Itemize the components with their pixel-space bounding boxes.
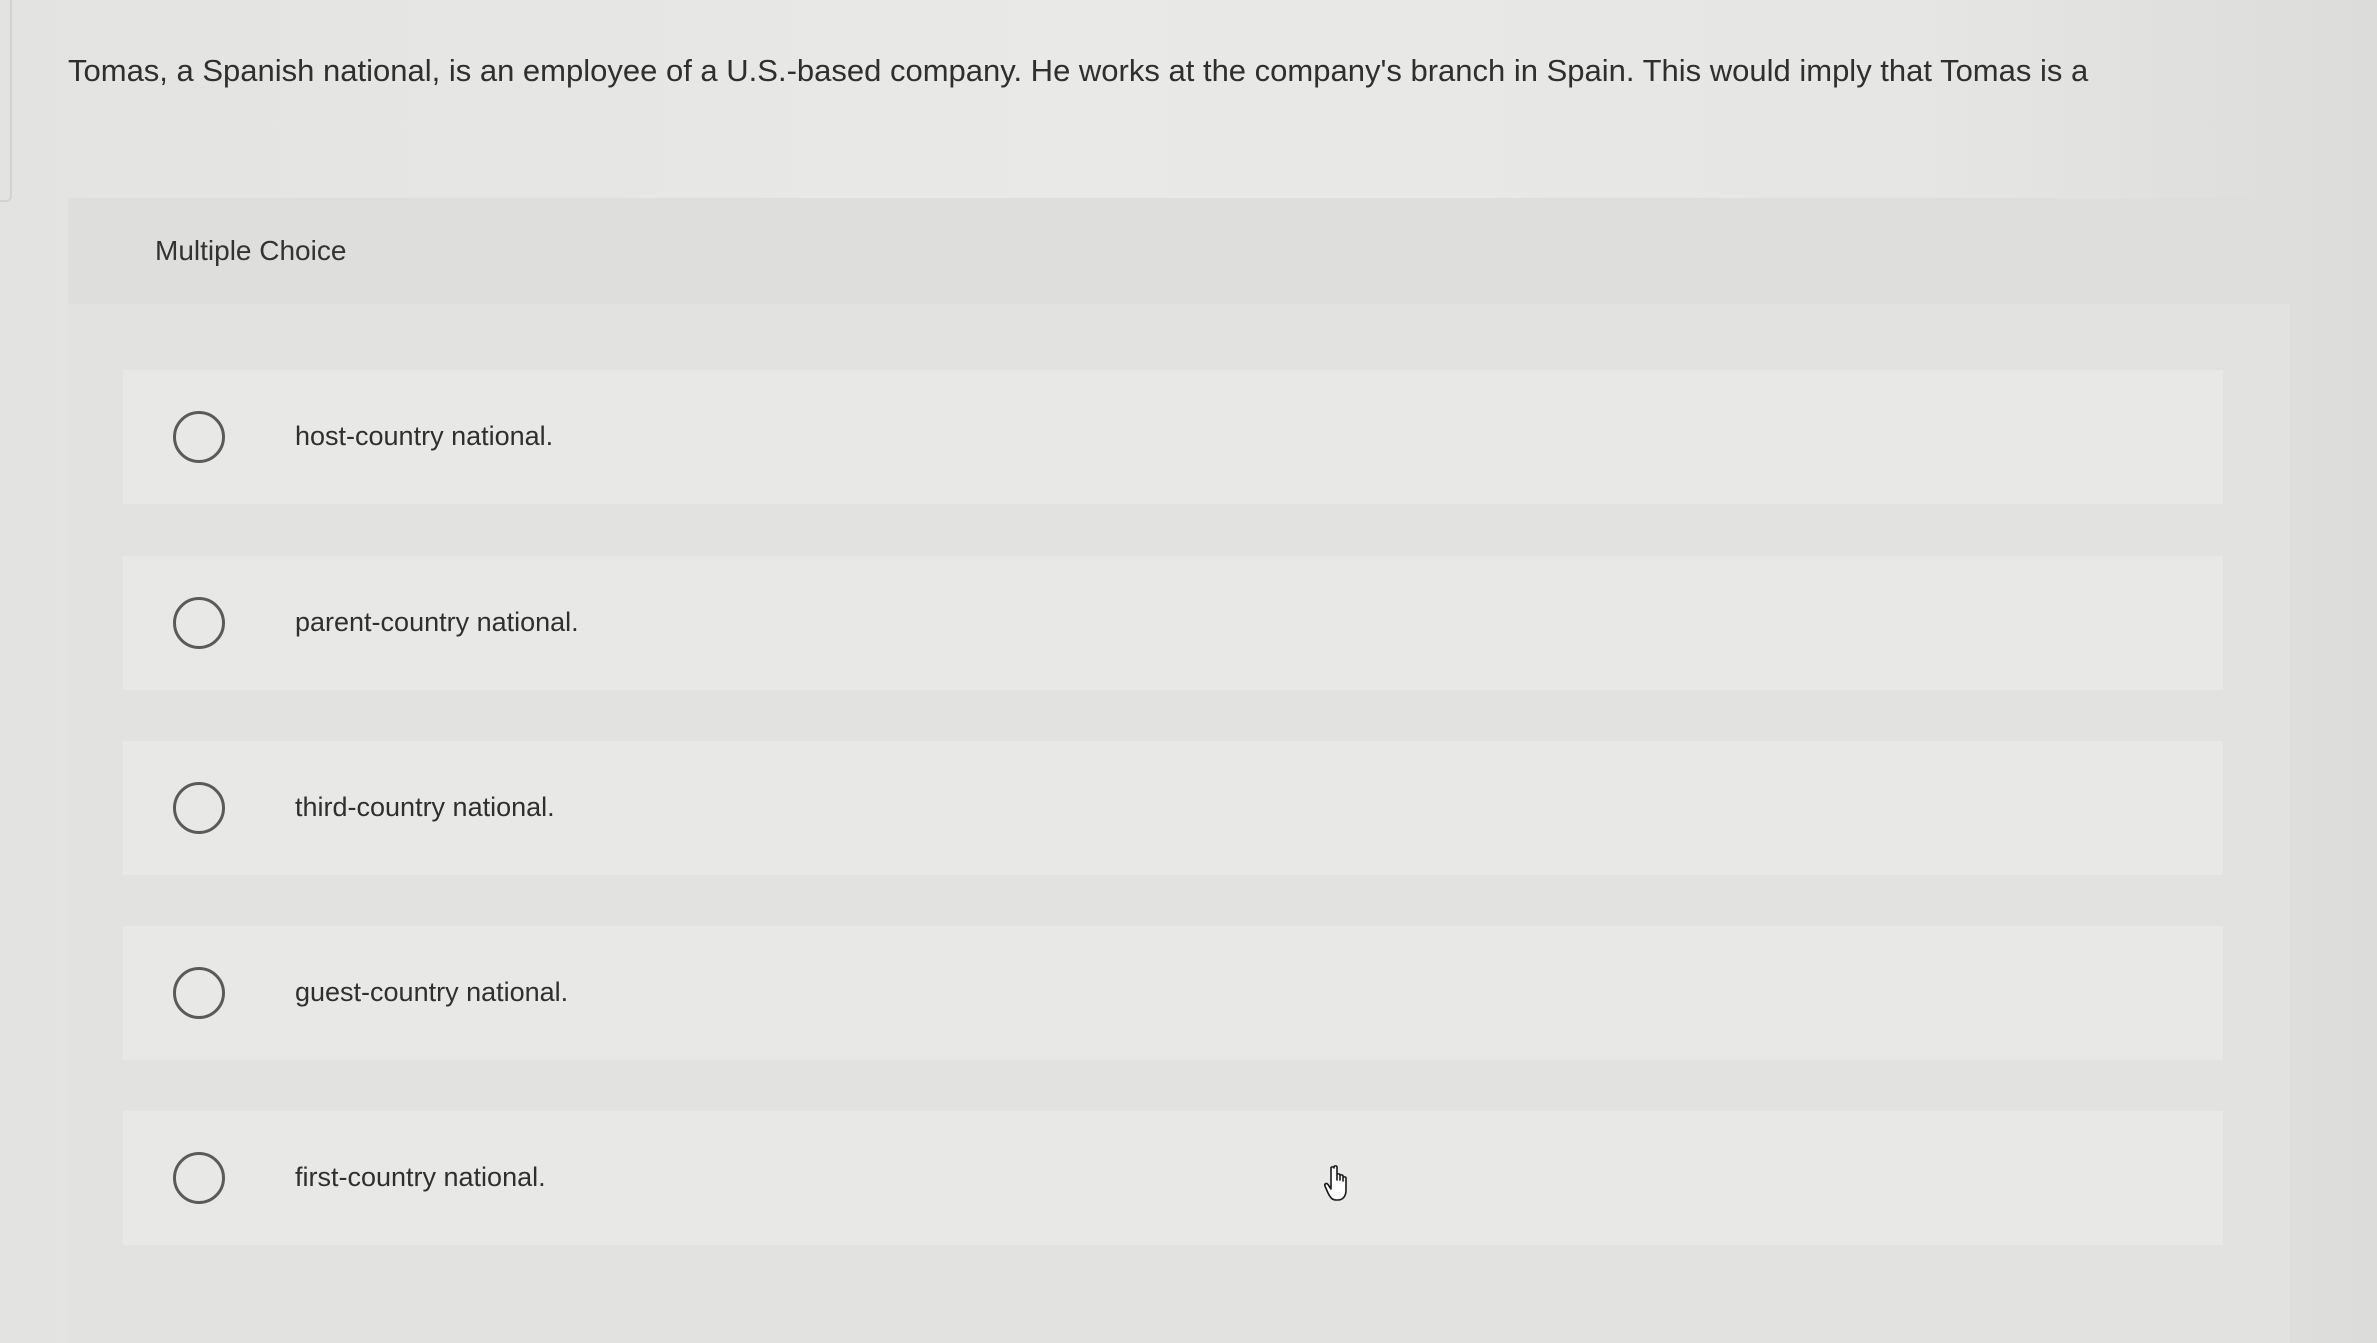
hand-pointer-icon — [1323, 1165, 1347, 1201]
radio-unchecked-icon[interactable] — [173, 597, 225, 649]
panel-header: Multiple Choice — [68, 198, 2290, 304]
radio-unchecked-icon[interactable] — [173, 411, 225, 463]
radio-unchecked-icon[interactable] — [173, 1152, 225, 1204]
choice-option-parent-country[interactable]: parent-country national. — [123, 556, 2223, 690]
choice-label: first-country national. — [295, 1162, 546, 1192]
choice-option-guest-country[interactable]: guest-country national. — [123, 926, 2223, 1060]
choice-option-host-country[interactable]: host-country national. — [123, 370, 2223, 504]
multiple-choice-panel: Multiple Choice host-country national. p… — [68, 198, 2290, 1343]
question-type-label: Multiple Choice — [155, 235, 347, 266]
window-edge — [0, 0, 12, 202]
radio-unchecked-icon[interactable] — [173, 782, 225, 834]
radio-unchecked-icon[interactable] — [173, 967, 225, 1019]
choice-option-third-country[interactable]: third-country national. — [123, 741, 2223, 875]
choice-label: parent-country national. — [295, 607, 579, 637]
question-text: Tomas, a Spanish national, is an employe… — [68, 53, 2089, 88]
choice-label: host-country national. — [295, 421, 554, 451]
choice-option-first-country[interactable]: first-country national. — [123, 1111, 2223, 1245]
choice-label: guest-country national. — [295, 977, 569, 1007]
choice-label: third-country national. — [295, 792, 555, 822]
